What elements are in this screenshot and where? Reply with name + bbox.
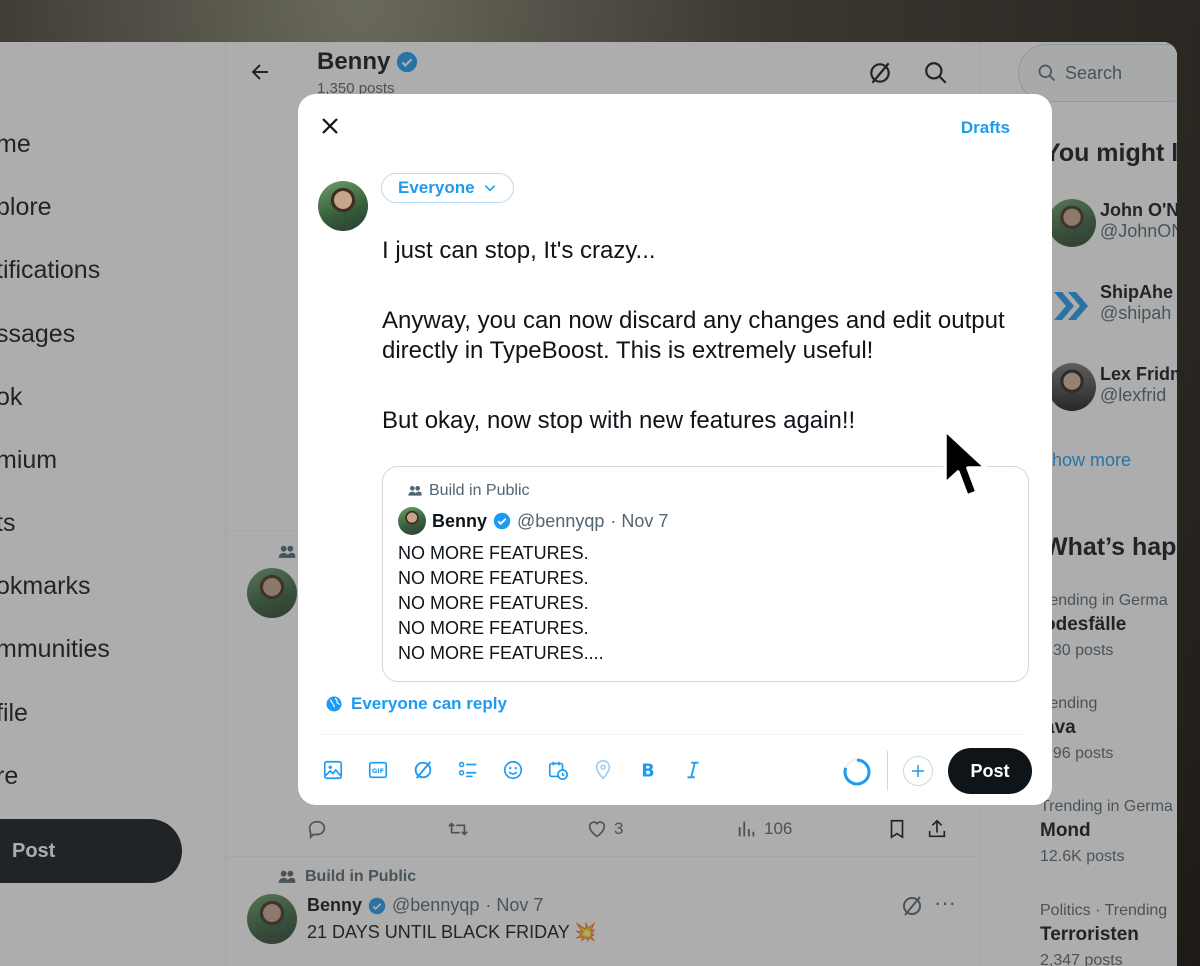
quoted-handle: @bennyqp: [517, 510, 605, 531]
quoted-name: Benny: [432, 510, 488, 531]
quoted-post[interactable]: Build in Public Benny @bennyqp · Nov 7 N…: [382, 466, 1029, 682]
quoted-community: Build in Public: [407, 482, 530, 500]
reply-setting-label: Everyone can reply: [351, 694, 507, 713]
bold-icon[interactable]: B: [635, 757, 661, 783]
x-app: me plore tifications ssages ok mium ts o…: [0, 42, 1177, 966]
reply-setting-button[interactable]: Everyone can reply: [325, 694, 507, 714]
globe-icon: [326, 696, 342, 712]
media-icon[interactable]: [320, 757, 346, 783]
quoted-avatar: [398, 507, 426, 535]
quoted-community-label: Build in Public: [429, 482, 530, 499]
quoted-line: NO MORE FEATURES....: [398, 643, 604, 663]
svg-text:GIF: GIF: [372, 767, 384, 775]
compose-paragraph: Anyway, you can now discard any changes …: [382, 307, 1005, 364]
quoted-line: NO MORE FEATURES.: [398, 568, 589, 588]
emoji-icon[interactable]: [500, 757, 526, 783]
compose-modal: Drafts Everyone I just can stop, It's cr…: [298, 94, 1052, 805]
schedule-icon[interactable]: [545, 757, 571, 783]
character-progress-ring: [843, 758, 871, 786]
gif-icon[interactable]: GIF: [365, 757, 391, 783]
quoted-text: NO MORE FEATURES. NO MORE FEATURES. NO M…: [398, 541, 604, 666]
poll-icon[interactable]: [455, 757, 481, 783]
browser-window: me plore tifications ssages ok mium ts o…: [0, 42, 1177, 966]
chevron-down-icon: [484, 185, 495, 192]
mouse-cursor-icon: [943, 428, 988, 498]
quoted-line: NO MORE FEATURES.: [398, 593, 589, 613]
close-icon[interactable]: [318, 114, 342, 138]
composer-divider: [318, 734, 1024, 735]
toolbar-divider: [887, 751, 888, 791]
add-thread-button[interactable]: [903, 756, 933, 786]
audience-label: Everyone: [398, 178, 475, 197]
community-icon: [408, 486, 422, 496]
location-icon[interactable]: [590, 757, 616, 783]
quoted-line: NO MORE FEATURES.: [398, 618, 589, 638]
compose-paragraph: I just can stop, It's crazy...: [382, 237, 656, 264]
plus-icon: [912, 765, 924, 777]
compose-textarea[interactable]: I just can stop, It's crazy... Anyway, y…: [382, 236, 1022, 476]
post-button[interactable]: Post: [948, 748, 1032, 794]
compose-paragraph: But okay, now stop with new features aga…: [382, 407, 856, 434]
grok-icon[interactable]: [410, 757, 436, 783]
drafts-button[interactable]: Drafts: [961, 118, 1010, 138]
quoted-date: · Nov 7: [610, 510, 669, 531]
composer-avatar[interactable]: [318, 181, 368, 231]
quoted-author: Benny @bennyqp · Nov 7: [398, 507, 668, 535]
italic-icon[interactable]: [680, 757, 706, 783]
verified-badge-icon: [493, 512, 511, 530]
quoted-line: NO MORE FEATURES.: [398, 543, 589, 563]
audience-selector[interactable]: Everyone: [381, 173, 514, 203]
svg-text:B: B: [641, 761, 654, 781]
composer-toolbar: GIF B: [320, 757, 706, 783]
